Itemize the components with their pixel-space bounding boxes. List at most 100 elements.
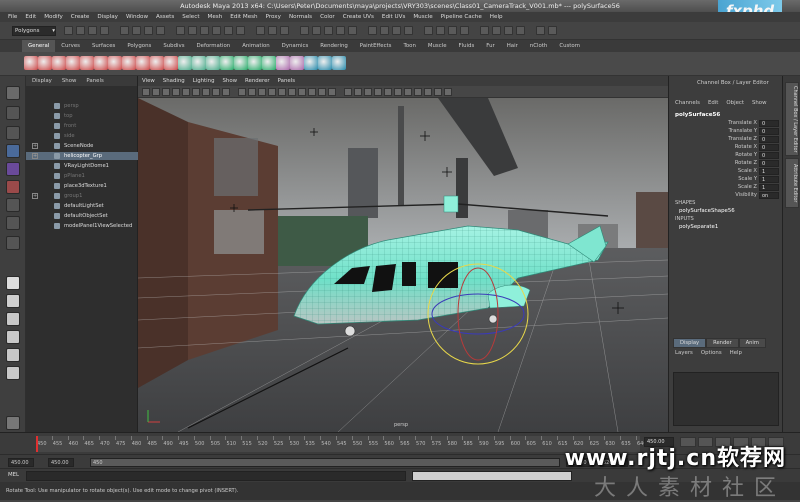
viewport-tool-icon[interactable] bbox=[248, 88, 256, 96]
channel-attribute-value[interactable]: 0 bbox=[759, 144, 779, 151]
outliner-item[interactable]: place3dTexture1 bbox=[26, 182, 138, 190]
status-line-button-icon[interactable] bbox=[380, 26, 389, 35]
viewport-tool-icon[interactable] bbox=[258, 88, 266, 96]
menu-create[interactable]: Create bbox=[71, 14, 90, 20]
soft-mod-icon[interactable] bbox=[6, 216, 20, 230]
tab-attribute-editor[interactable]: Attribute Editor bbox=[785, 158, 799, 208]
channel-attribute-value[interactable]: 0 bbox=[759, 136, 779, 143]
status-line-button-icon[interactable] bbox=[504, 26, 513, 35]
channel-menu-object[interactable]: Object bbox=[726, 100, 744, 106]
outliner-item[interactable]: + helicopter_Grp bbox=[26, 152, 138, 160]
viewport-tool-icon[interactable] bbox=[172, 88, 180, 96]
shelf-tab-ncloth[interactable]: nCloth bbox=[524, 40, 554, 52]
menu-pipeline-cache[interactable]: Pipeline Cache bbox=[441, 14, 482, 20]
status-line-button-icon[interactable] bbox=[64, 26, 73, 35]
outliner-item[interactable]: defaultLightSet bbox=[26, 202, 138, 210]
viewport-tool-icon[interactable] bbox=[142, 88, 150, 96]
rotate-tool-icon[interactable] bbox=[6, 162, 20, 176]
viewport-tool-icon[interactable] bbox=[202, 88, 210, 96]
viewport-tool-icon[interactable] bbox=[434, 88, 442, 96]
viewport-tool-icon[interactable] bbox=[374, 88, 382, 96]
graph-layout-icon[interactable] bbox=[6, 330, 20, 344]
status-line-button-icon[interactable] bbox=[516, 26, 525, 35]
shelf-tab-fur[interactable]: Fur bbox=[480, 40, 500, 52]
viewport-scene[interactable] bbox=[138, 98, 668, 432]
status-line-button-icon[interactable] bbox=[404, 26, 413, 35]
shelf-tab-rendering[interactable]: Rendering bbox=[314, 40, 354, 52]
outliner-item[interactable]: VRayLightDome1 bbox=[26, 162, 138, 170]
viewport-tool-icon[interactable] bbox=[328, 88, 336, 96]
viewport-menu-view[interactable]: View bbox=[142, 78, 155, 84]
shelf-tab-deformation[interactable]: Deformation bbox=[191, 40, 237, 52]
outliner-item[interactable]: side bbox=[26, 132, 138, 140]
status-line-button-icon[interactable] bbox=[324, 26, 333, 35]
viewport-tool-icon[interactable] bbox=[364, 88, 372, 96]
viewport-tool-icon[interactable] bbox=[424, 88, 432, 96]
viewport-tool-icon[interactable] bbox=[318, 88, 326, 96]
outliner-item[interactable]: defaultObjectSet bbox=[26, 212, 138, 220]
input-node[interactable]: polySeparate1 bbox=[679, 224, 718, 230]
outliner-item[interactable]: front bbox=[26, 122, 138, 130]
viewport-tool-icon[interactable] bbox=[288, 88, 296, 96]
viewport-tool-icon[interactable] bbox=[278, 88, 286, 96]
viewport-tool-icon[interactable] bbox=[384, 88, 392, 96]
status-line-button-icon[interactable] bbox=[480, 26, 489, 35]
shelf-tool-icon[interactable] bbox=[332, 56, 346, 70]
shelf-tool-icon[interactable] bbox=[304, 56, 318, 70]
menu-proxy[interactable]: Proxy bbox=[266, 14, 281, 20]
command-language-label[interactable]: MEL bbox=[8, 472, 19, 478]
channel-attribute-value[interactable]: on bbox=[759, 192, 779, 199]
layer-tab-anim[interactable]: Anim bbox=[738, 338, 766, 348]
shelf-tool-icon[interactable] bbox=[220, 56, 234, 70]
paint-select-icon[interactable] bbox=[6, 126, 20, 140]
start-time-field[interactable]: 450.00 bbox=[8, 458, 34, 467]
select-tool-icon[interactable] bbox=[6, 86, 20, 100]
shelf-tool-icon[interactable] bbox=[80, 56, 94, 70]
channel-attribute-value[interactable]: 1 bbox=[759, 168, 779, 175]
menu-assets[interactable]: Assets bbox=[156, 14, 174, 20]
status-line-button-icon[interactable] bbox=[348, 26, 357, 35]
layer-menu-layers[interactable]: Layers bbox=[675, 350, 693, 356]
viewport-tool-icon[interactable] bbox=[308, 88, 316, 96]
layer-tab-render[interactable]: Render bbox=[706, 338, 739, 348]
outliner-item[interactable]: top bbox=[26, 112, 138, 120]
channel-attribute-value[interactable]: 0 bbox=[759, 152, 779, 159]
hypershade-layout-icon[interactable] bbox=[6, 348, 20, 362]
viewport-tool-icon[interactable] bbox=[268, 88, 276, 96]
current-time-marker[interactable] bbox=[36, 436, 38, 452]
shelf-tool-icon[interactable] bbox=[234, 56, 248, 70]
status-line-button-icon[interactable] bbox=[236, 26, 245, 35]
shelf-tab-painteffects[interactable]: PaintEffects bbox=[354, 40, 398, 52]
range-bar[interactable]: 450 bbox=[90, 458, 560, 467]
shelf-tool-icon[interactable] bbox=[262, 56, 276, 70]
shelf-tab-general[interactable]: General bbox=[22, 40, 56, 52]
expand-icon[interactable]: + bbox=[32, 153, 38, 159]
expand-icon[interactable]: + bbox=[32, 143, 38, 149]
shelf-tool-icon[interactable] bbox=[164, 56, 178, 70]
shelf-tool-icon[interactable] bbox=[192, 56, 206, 70]
viewport-menu-renderer[interactable]: Renderer bbox=[245, 78, 270, 84]
menu-file[interactable]: File bbox=[8, 14, 17, 20]
status-line-button-icon[interactable] bbox=[144, 26, 153, 35]
outliner-item[interactable]: persp bbox=[26, 102, 138, 110]
outliner-menu-show[interactable]: Show bbox=[62, 78, 77, 84]
expand-icon[interactable]: + bbox=[32, 193, 38, 199]
scale-tool-icon[interactable] bbox=[6, 180, 20, 194]
render-layout-icon[interactable] bbox=[6, 366, 20, 380]
layer-tab-display[interactable]: Display bbox=[673, 338, 707, 348]
shelf-tool-icon[interactable] bbox=[66, 56, 80, 70]
viewport-tool-icon[interactable] bbox=[354, 88, 362, 96]
viewport-tool-icon[interactable] bbox=[404, 88, 412, 96]
status-line-button-icon[interactable] bbox=[188, 26, 197, 35]
channel-menu-show[interactable]: Show bbox=[752, 100, 767, 106]
status-line-button-icon[interactable] bbox=[176, 26, 185, 35]
shelf-tool-icon[interactable] bbox=[122, 56, 136, 70]
shelf-tab-surfaces[interactable]: Surfaces bbox=[86, 40, 121, 52]
menu-window[interactable]: Window bbox=[126, 14, 148, 20]
channel-attribute-value[interactable]: 1 bbox=[759, 184, 779, 191]
status-line-button-icon[interactable] bbox=[100, 26, 109, 35]
shelf-tab-custom[interactable]: Custom bbox=[553, 40, 586, 52]
status-line-button-icon[interactable] bbox=[368, 26, 377, 35]
menu-help[interactable]: Help bbox=[490, 14, 503, 20]
viewport-tool-icon[interactable] bbox=[222, 88, 230, 96]
